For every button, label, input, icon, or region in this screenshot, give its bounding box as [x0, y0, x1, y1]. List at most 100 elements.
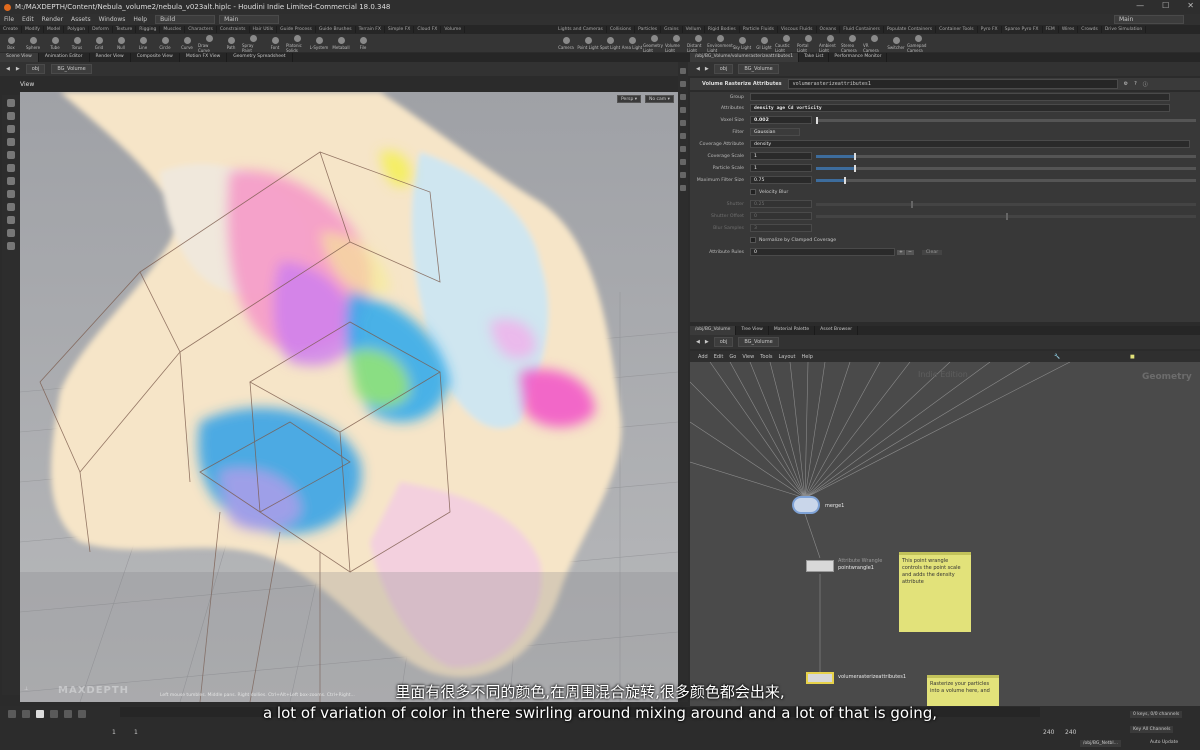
points-icon[interactable] — [680, 146, 686, 152]
particle-scale-field[interactable]: 1 — [750, 164, 812, 172]
attribute-rules-field[interactable]: 0 — [750, 248, 895, 256]
no-cam-dropdown[interactable]: No cam ▾ — [645, 95, 674, 103]
shelf-tab-left-8[interactable]: Characters — [185, 26, 217, 33]
sticky-note-icon[interactable]: ■ — [1130, 354, 1135, 360]
shelf-tab-right-13[interactable]: Sparse Pyro FX — [1002, 26, 1043, 33]
render-region-icon[interactable] — [7, 216, 15, 224]
shelf-tool-right-4[interactable]: Geometry Light — [643, 34, 665, 52]
shelf-tab-right-9[interactable]: Fluid Containers — [840, 26, 884, 33]
shelf-tool-left-10[interactable]: Path — [220, 36, 242, 50]
shelf-tool-right-0[interactable]: Camera — [555, 36, 577, 50]
tab-material-palette[interactable]: Material Palette — [769, 326, 816, 335]
shelf-tool-right-2[interactable]: Spot Light — [599, 36, 621, 50]
shelf-tab-left-5[interactable]: Texture — [113, 26, 137, 33]
shelf-tool-left-7[interactable]: Circle — [154, 36, 176, 50]
menu-tools[interactable]: Tools — [760, 354, 772, 360]
sticky-note-wrangle[interactable]: This point wrangle controls the point sc… — [899, 552, 971, 632]
shelf-tab-left-0[interactable]: Create — [0, 26, 22, 33]
shelf-tab-right-5[interactable]: Rigid Bodies — [705, 26, 740, 33]
handle-tool-icon[interactable] — [7, 164, 15, 172]
right-desktop-dropdown[interactable]: Main — [1114, 15, 1184, 24]
tab-composite-view[interactable]: Composite View — [131, 53, 180, 62]
shelf-tab-left-9[interactable]: Constraints — [217, 26, 250, 33]
shelf-tab-left-3[interactable]: Polygon — [64, 26, 90, 33]
shelf-tab-left-15[interactable]: Cloud FX — [414, 26, 442, 33]
shelf-tool-left-0[interactable]: Box — [0, 36, 22, 50]
forward-arrow-icon[interactable]: ▶ — [16, 66, 20, 72]
tab-scene-view[interactable]: Scene View — [0, 53, 39, 62]
path-obj[interactable]: obj — [25, 64, 46, 74]
view-tool-icon[interactable] — [7, 177, 15, 185]
voxel-size-field[interactable]: 0.002 — [750, 116, 812, 124]
camera-tool-icon[interactable] — [7, 229, 15, 237]
menu-edit[interactable]: Edit — [18, 16, 38, 23]
shutter-slider[interactable] — [816, 200, 1196, 208]
shadow-icon[interactable] — [680, 120, 686, 126]
shelf-tab-right-11[interactable]: Container Tools — [936, 26, 978, 33]
key-all-channels-dropdown[interactable]: Key All Channels — [1130, 726, 1174, 733]
shelf-tool-right-16[interactable]: Gamepad Camera — [907, 34, 929, 52]
start-frame-field[interactable]: 1 — [112, 729, 116, 736]
shutter-offset-slider[interactable] — [816, 212, 1196, 220]
pose-tool-icon[interactable] — [7, 151, 15, 159]
group-field[interactable] — [750, 93, 1170, 101]
shelf-tab-right-16[interactable]: Crowds — [1078, 26, 1102, 33]
shutter-offset-field[interactable]: 0 — [750, 212, 812, 220]
maximize-icon[interactable]: ☐ — [1162, 1, 1169, 10]
shelf-tool-left-11[interactable]: Spray Paint — [242, 34, 264, 52]
coverage-scale-slider[interactable] — [816, 152, 1196, 160]
wireframe-icon[interactable] — [680, 81, 686, 87]
shelf-tool-left-8[interactable]: Curve — [176, 36, 198, 50]
remove-rule-button[interactable]: − — [905, 249, 914, 255]
menu-layout[interactable]: Layout — [779, 354, 796, 360]
help-icon[interactable]: ? — [1134, 81, 1137, 87]
grid-icon[interactable] — [680, 172, 686, 178]
menu-view[interactable]: View — [742, 354, 754, 360]
tab-asset-browser[interactable]: Asset Browser — [815, 326, 859, 335]
shelf-tool-right-6[interactable]: Distant Light — [687, 34, 709, 52]
voxel-size-slider[interactable] — [816, 116, 1196, 124]
shelf-tab-left-12[interactable]: Guide Brushes — [316, 26, 356, 33]
tab-parameters[interactable]: /obj/BG_Volume/volumerasterizeattributes… — [690, 53, 800, 62]
shelf-tool-left-12[interactable]: Font — [264, 36, 286, 50]
attributes-field[interactable]: density age Cd vorticity — [750, 104, 1170, 112]
normalize-checkbox[interactable] — [750, 237, 756, 243]
path-node[interactable]: BG_Volume — [738, 64, 779, 74]
network-editor[interactable]: Indie Edition Geometry merge1 Attribute … — [690, 362, 1200, 707]
path-node[interactable]: BG_Volume — [51, 64, 92, 74]
pointwrangle-node[interactable] — [806, 560, 834, 572]
shelf-tab-right-6[interactable]: Particle Fluids — [740, 26, 778, 33]
shelf-tab-right-12[interactable]: Pyro FX — [978, 26, 1002, 33]
shelf-tool-left-15[interactable]: Metaball — [330, 36, 352, 50]
shelf-tool-right-1[interactable]: Point Light — [577, 36, 599, 50]
auto-update-dropdown[interactable]: Auto Update — [1150, 740, 1178, 745]
shelf-tool-left-6[interactable]: Line — [132, 36, 154, 50]
shelf-tool-left-5[interactable]: Null — [110, 36, 132, 50]
shelf-tab-right-4[interactable]: Vellum — [683, 26, 705, 33]
shelf-tab-right-0[interactable]: Lights and Cameras — [555, 26, 607, 33]
shelf-tab-right-1[interactable]: Collisions — [607, 26, 636, 33]
shelf-tab-right-17[interactable]: Drive Simulation — [1102, 26, 1147, 33]
blur-samples-field[interactable]: 3 — [750, 224, 812, 232]
shelf-tab-left-2[interactable]: Model — [44, 26, 65, 33]
tab-render-view[interactable]: Render View — [90, 53, 131, 62]
net-path-field[interactable]: /obj/BG_Netbl... — [1080, 740, 1121, 747]
shelf-tool-left-14[interactable]: L-System — [308, 36, 330, 50]
end-frame-field[interactable]: 240 — [1043, 729, 1054, 736]
back-arrow-icon[interactable]: ◀ — [6, 66, 10, 72]
shelf-tool-left-2[interactable]: Tube — [44, 36, 66, 50]
shelf-tool-left-9[interactable]: Draw Curve — [198, 34, 220, 52]
shelf-tool-right-3[interactable]: Area Light — [621, 36, 643, 50]
shelf-tool-left-16[interactable]: File — [352, 36, 374, 50]
light-tool-icon[interactable] — [7, 242, 15, 250]
path-node[interactable]: BG_Volume — [738, 337, 779, 347]
snap-tool-icon[interactable] — [7, 190, 15, 198]
shelf-tool-left-4[interactable]: Grid — [88, 36, 110, 50]
shelf-tool-left-3[interactable]: Torus — [66, 36, 88, 50]
forward-arrow-icon[interactable]: ▶ — [705, 66, 709, 72]
back-arrow-icon[interactable]: ◀ — [696, 66, 700, 72]
scene-viewport[interactable] — [20, 92, 678, 702]
shelf-tool-left-13[interactable]: Platonic Solids — [286, 34, 308, 52]
desktop-dropdown[interactable]: Main — [219, 15, 280, 24]
shelf-tab-left-16[interactable]: Volume — [441, 26, 466, 33]
